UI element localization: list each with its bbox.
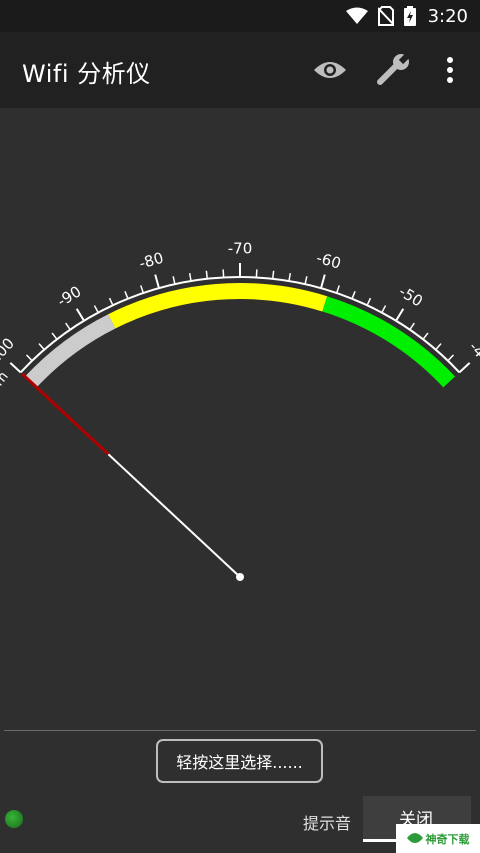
gauge-needle — [107, 453, 241, 578]
gauge-tick — [458, 362, 471, 374]
gauge-tick — [435, 343, 442, 351]
gauge-tick — [38, 343, 45, 351]
gauge-tick — [188, 273, 192, 282]
select-network-button[interactable]: 轻按这里选择...... — [156, 739, 323, 783]
watermark-logo-icon — [406, 832, 423, 843]
gauge-tick — [335, 285, 340, 294]
gauge-tick-label: -70 — [228, 240, 253, 258]
gauge-tick — [124, 291, 129, 299]
gauge-tick — [447, 354, 454, 362]
gauge-unit-label: dBm — [0, 369, 12, 404]
gauge-tick — [272, 270, 275, 279]
gauge-tick — [75, 308, 85, 322]
eye-icon[interactable] — [312, 52, 348, 88]
gauge-tick — [351, 291, 356, 299]
wrench-icon[interactable] — [376, 52, 412, 88]
app-bar: Wifi 分析仪 — [0, 32, 480, 108]
divider — [4, 730, 476, 731]
signal-meter: -100 -90 -80 -70 -60 -50 -40 dBm — [0, 108, 480, 730]
gauge-tick — [51, 332, 58, 340]
app-title: Wifi 分析仪 — [22, 60, 151, 88]
battery-charging-icon — [403, 6, 416, 26]
gauge-tick-label: -100 — [0, 334, 18, 371]
gauge-tick — [381, 305, 387, 313]
gauge-tick — [395, 308, 405, 322]
status-bar: 3:20 — [0, 0, 480, 32]
gauge-pivot — [236, 573, 244, 581]
gauge-tick — [9, 362, 22, 374]
gauge-tick — [65, 322, 71, 331]
gauge-tick — [172, 276, 176, 285]
gauge-tick-label: -50 — [396, 282, 426, 310]
gauge-tick — [304, 276, 308, 285]
gauge-tick — [26, 354, 33, 362]
watermark-text: 神奇下载 — [425, 832, 470, 846]
gauge-tick — [108, 297, 114, 306]
sound-label: 提示音 — [303, 814, 352, 833]
gauge-zone-1 — [108, 283, 328, 329]
gauge-tick — [140, 285, 145, 294]
gauge-tick — [154, 274, 160, 289]
gauge-tick — [93, 305, 99, 313]
status-led-icon — [5, 810, 23, 828]
wifi-icon — [345, 7, 368, 25]
gauge-tick — [422, 332, 429, 340]
no-sim-icon — [377, 6, 394, 26]
gauge-needle-tip — [21, 372, 110, 456]
gauge-tick — [205, 270, 208, 279]
gauge-tick — [288, 273, 292, 282]
watermark: 神奇下载 — [396, 824, 480, 853]
gauge-tick — [320, 274, 326, 289]
status-time: 3:20 — [427, 5, 468, 27]
gauge-tick — [366, 297, 372, 306]
gauge-tick-label: -80 — [137, 249, 165, 273]
overflow-menu-icon[interactable] — [432, 52, 468, 88]
gauge-tick-label: -60 — [314, 249, 342, 273]
gauge-tick — [409, 322, 415, 331]
gauge-tick-label: -90 — [54, 282, 84, 310]
